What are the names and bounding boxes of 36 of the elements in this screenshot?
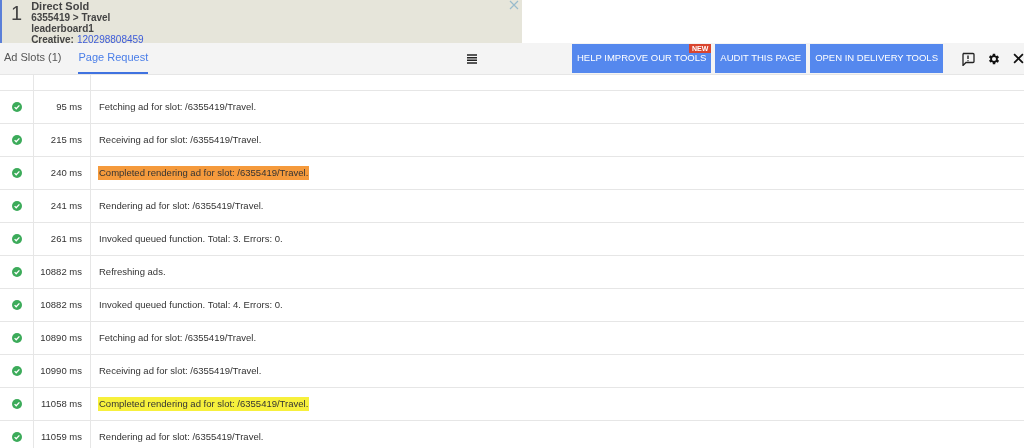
toolbar-button[interactable]: OPEN IN DELIVERY TOOLS — [810, 44, 943, 73]
time-cell-text: 10882 ms — [40, 264, 82, 279]
time-cell-text: 241 ms — [50, 198, 82, 213]
slot-number: 1 — [11, 1, 23, 25]
log-message: Fetching ad for slot: /6355419/Travel. — [98, 99, 257, 114]
time-cell-text: 10882 ms — [40, 297, 82, 312]
tab[interactable]: Ad Slots (1) — [4, 43, 62, 74]
log-message: Invoked queued function. Total: 3. Errors: 0. — [98, 231, 284, 246]
menu-icon[interactable] — [467, 53, 477, 64]
tab[interactable]: Page Request — [78, 43, 149, 74]
creative-label: Creative: — [31, 34, 74, 43]
log-message: Invoked queued function. Total: 4. Errors: 0. — [98, 297, 284, 312]
toolbar-button[interactable]: AUDIT THIS PAGE — [715, 44, 807, 73]
log-message: Refreshing ads. — [98, 264, 167, 279]
close-icon[interactable] — [1013, 53, 1024, 64]
highlighted-log-message: Completed rendering ad for slot: /6355419/Travel. — [98, 396, 310, 412]
time-cell-text: 11059 ms — [41, 429, 82, 444]
time-cell-text: 240 ms — [50, 165, 82, 180]
ad-info-text: leaderboard1 — [31, 23, 95, 34]
log-message: Receiving ad for slot: /6355419/Travel. — [98, 363, 263, 378]
ad-info-text: 6355419 > Travel — [31, 12, 112, 23]
ad-info-text: Direct Sold — [31, 0, 91, 12]
feedback-icon[interactable] — [961, 51, 975, 66]
time-cell-text: 261 ms — [50, 231, 82, 246]
settings-icon[interactable] — [987, 51, 1001, 66]
time-cell-text: 215 ms — [50, 132, 82, 147]
time-cell-text: 10990 ms — [40, 363, 82, 378]
log-message: Rendering ad for slot: /6355419/Travel. — [98, 429, 265, 444]
log-message: Rendering ad for slot: /6355419/Travel. — [98, 198, 265, 213]
time-cell-text: 95 ms — [56, 99, 82, 114]
log-message: Fetching ad for slot: /6355419/Travel. — [98, 330, 257, 345]
creative-link[interactable]: 120298808459 — [76, 34, 144, 43]
time-cell-text: 10890 ms — [40, 330, 82, 345]
highlighted-log-message: Completed rendering ad for slot: /6355419/Travel. — [98, 165, 310, 181]
time-cell-text: 11058 ms — [41, 396, 82, 411]
log-message: Receiving ad for slot: /6355419/Travel. — [98, 132, 263, 147]
